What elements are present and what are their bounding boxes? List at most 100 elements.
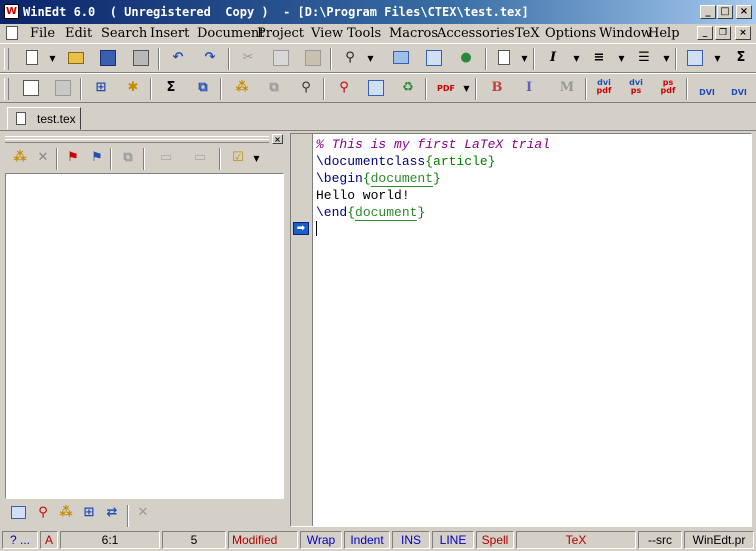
window-icon[interactable] <box>366 80 386 98</box>
redo-icon[interactable]: ↷ <box>200 50 220 68</box>
project-tree[interactable] <box>5 173 284 499</box>
menu-insert[interactable]: Insert <box>150 26 189 41</box>
app-icon[interactable]: W <box>4 4 19 19</box>
tree-options-icon[interactable]: ☑ <box>229 150 247 168</box>
pane-close-button[interactable]: × <box>272 134 283 144</box>
open-folder-icon[interactable]: ▭ <box>157 150 175 168</box>
tab-test-tex[interactable]: test.tex <box>7 107 81 130</box>
new-document-icon[interactable] <box>22 50 42 68</box>
save-icon[interactable] <box>98 50 118 68</box>
chevron-down-icon[interactable]: ▼ <box>48 50 57 68</box>
red-flag-icon[interactable]: ⚑ <box>64 150 82 168</box>
toolbar-grip[interactable] <box>4 48 9 70</box>
cut-icon[interactable]: ✂ <box>238 50 258 68</box>
spell-check-icon[interactable]: ⚲ <box>34 505 52 523</box>
status-modified[interactable]: Modified <box>228 531 298 549</box>
dvi-to-pdf-button[interactable]: dvi pdf <box>594 79 614 97</box>
menu-options[interactable]: Options <box>545 26 596 41</box>
copy-icon[interactable] <box>271 50 291 68</box>
spell-check-icon[interactable]: ⚲ <box>334 80 354 98</box>
minimize-button[interactable]: _ <box>700 5 716 19</box>
status-wrap[interactable]: Wrap <box>300 531 342 549</box>
copy-tree-icon[interactable]: ⧉ <box>119 150 137 168</box>
sigma-icon[interactable]: Σ <box>161 80 181 98</box>
chevron-down-icon[interactable]: ▼ <box>662 50 671 68</box>
chevron-down-icon[interactable]: ▼ <box>617 50 626 68</box>
editor-gutter[interactable]: ➡ <box>291 134 313 526</box>
status-help[interactable]: ? ... <box>2 531 38 549</box>
folder-icon[interactable]: ▭ <box>191 150 209 168</box>
status-src[interactable]: --src <box>638 531 682 549</box>
replace-icon[interactable] <box>391 50 411 68</box>
pdf-icon[interactable]: PDF <box>436 80 456 98</box>
remove-project-icon[interactable] <box>53 80 73 98</box>
gather-icon[interactable]: ⁂ <box>57 505 75 523</box>
document-icon[interactable] <box>6 26 18 40</box>
status-mode[interactable]: A <box>40 531 58 549</box>
new-project-icon[interactable] <box>21 80 41 98</box>
title-bar[interactable]: W WinEdt 6.0 ( Unregistered Copy ) - [D:… <box>0 0 756 24</box>
grid-table-icon[interactable] <box>685 50 705 68</box>
tree-icon[interactable]: ⊞ <box>91 80 111 98</box>
status-spell[interactable]: Spell <box>476 531 514 549</box>
menu-accessories[interactable]: Accessories <box>437 26 515 41</box>
maximize-button[interactable]: □ <box>717 5 733 19</box>
sum-icon[interactable]: Σ <box>731 50 751 68</box>
status-app[interactable]: WinEdt.pr <box>684 531 754 549</box>
copy-tree-icon[interactable]: ⧉ <box>264 80 284 98</box>
italic-icon[interactable]: I <box>519 80 539 98</box>
window-icon[interactable] <box>9 505 27 523</box>
blue-flag-icon[interactable]: ⚑ <box>88 150 106 168</box>
menu-document[interactable]: Document <box>197 26 265 41</box>
list-icon[interactable]: ☰ <box>634 50 654 68</box>
typewriter-icon[interactable]: M <box>557 80 577 98</box>
menu-edit[interactable]: Edit <box>65 26 92 41</box>
menu-help[interactable]: Help <box>648 26 680 41</box>
mdi-restore-button[interactable]: ❐ <box>715 26 731 40</box>
gather-icon[interactable]: ⁂ <box>232 80 252 98</box>
menu-project[interactable]: Project <box>257 26 304 41</box>
pane-header[interactable]: × <box>3 133 286 144</box>
paste-icon[interactable] <box>303 50 323 68</box>
menu-search[interactable]: Search <box>101 26 147 41</box>
undo-icon[interactable]: ↶ <box>168 50 188 68</box>
close-icon[interactable]: ✕ <box>134 505 152 523</box>
dvi-viewer-button[interactable]: DVI <box>697 80 717 98</box>
menu-view[interactable]: View <box>311 26 343 41</box>
status-position[interactable]: 6:1 <box>60 531 160 549</box>
status-ins[interactable]: INS <box>392 531 430 549</box>
dvi-to-ps-button[interactable]: dvi ps <box>626 79 646 97</box>
open-folder-icon[interactable] <box>66 50 86 68</box>
bold-icon[interactable]: B <box>487 80 507 98</box>
add-to-tree-icon[interactable]: ⁂ <box>11 150 29 168</box>
tree-icon[interactable]: ⊞ <box>80 505 98 523</box>
chevron-down-icon[interactable]: ▼ <box>366 50 375 68</box>
editor-text[interactable]: % This is my first LaTeX trial \documentc… <box>316 136 550 238</box>
menu-tex[interactable]: TeX <box>515 26 540 41</box>
network-icon[interactable]: ⇄ <box>103 505 121 523</box>
menu-tools[interactable]: Tools <box>347 26 381 41</box>
menu-file[interactable]: File <box>30 26 55 41</box>
menu-macros[interactable]: Macros <box>389 26 438 41</box>
ps-to-pdf-button[interactable]: ps pdf <box>658 79 678 97</box>
menu-window[interactable]: Window <box>599 26 652 41</box>
status-line-mode[interactable]: LINE <box>432 531 474 549</box>
document-properties-icon[interactable] <box>494 50 514 68</box>
chevron-down-icon[interactable]: ▼ <box>252 150 261 168</box>
mdi-minimize-button[interactable]: _ <box>697 26 713 40</box>
chevron-down-icon[interactable]: ▼ <box>713 50 722 68</box>
search-icon[interactable]: ⚲ <box>296 80 316 98</box>
mdi-close-button[interactable]: × <box>735 26 751 40</box>
status-indent[interactable]: Indent <box>344 531 390 549</box>
print-icon[interactable] <box>131 50 151 68</box>
find-icon[interactable]: ⚲ <box>340 50 360 68</box>
chevron-down-icon[interactable]: ▼ <box>462 80 471 98</box>
status-tex-mode[interactable]: TeX <box>516 531 636 549</box>
chevron-down-icon[interactable]: ▼ <box>520 50 529 68</box>
delete-icon[interactable]: ✕ <box>34 150 52 168</box>
globe-icon[interactable]: ● <box>456 50 476 68</box>
recycle-icon[interactable]: ♻ <box>398 80 418 98</box>
insert-icon[interactable]: ⧉ <box>193 80 213 98</box>
close-button[interactable]: × <box>736 5 752 19</box>
tree-options-icon[interactable]: ✱ <box>123 80 143 98</box>
